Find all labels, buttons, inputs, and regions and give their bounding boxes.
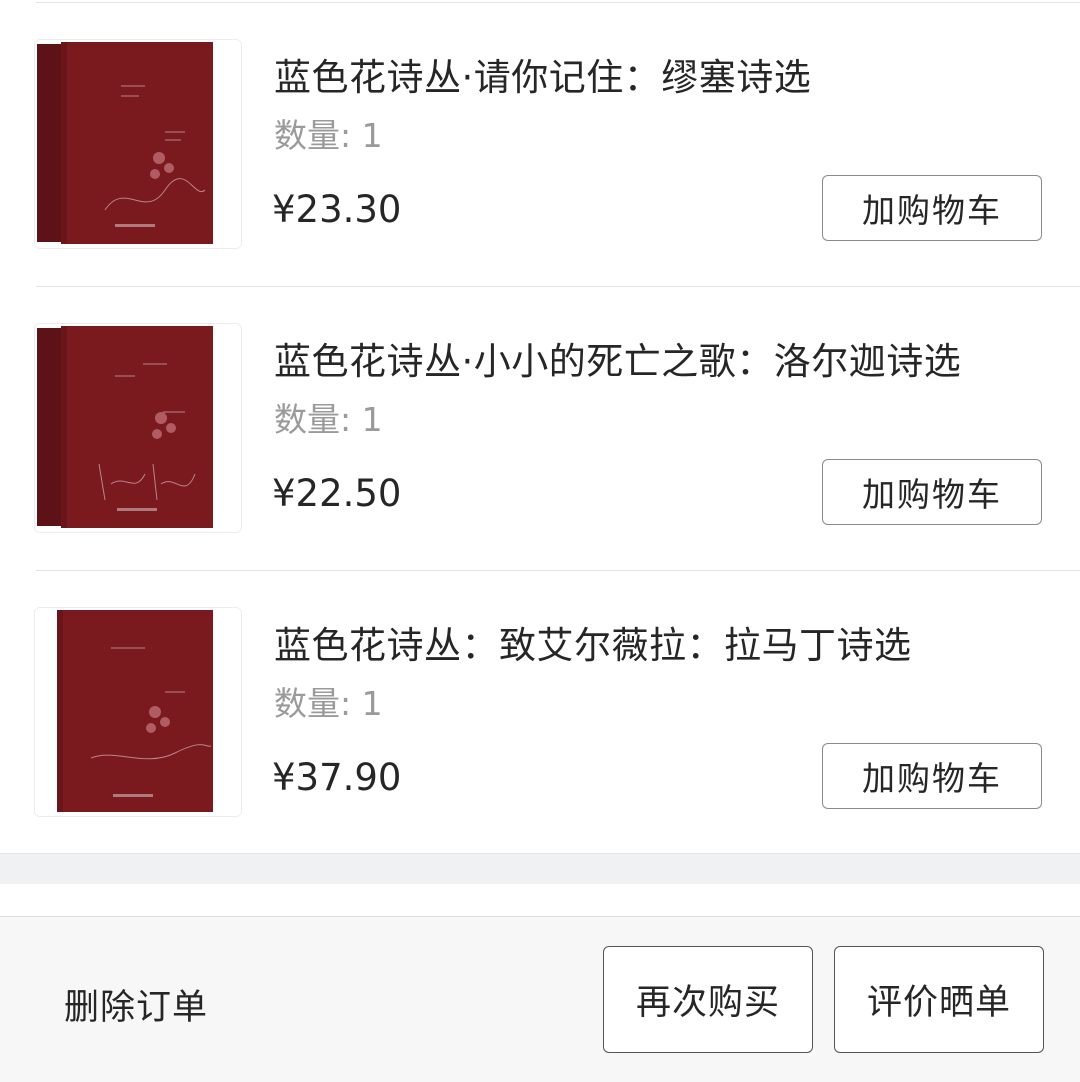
product-price: ¥23.30 bbox=[272, 188, 402, 231]
product-title[interactable]: 蓝色花诗丛·请你记住：缪塞诗选 bbox=[274, 47, 811, 101]
review-order-button[interactable]: 评价晒单 bbox=[834, 946, 1044, 1053]
add-to-cart-button[interactable]: 加购物车 bbox=[822, 459, 1042, 525]
product-price: ¥22.50 bbox=[272, 472, 402, 515]
delete-order-link[interactable]: 删除订单 bbox=[64, 979, 208, 1030]
product-quantity: 数量: 1 bbox=[274, 116, 383, 155]
order-item[interactable]: 蓝色花诗丛·小小的死亡之歌：洛尔迦诗选 数量: 1 ¥22.50 加购物车 bbox=[34, 287, 1080, 571]
order-item-list: 蓝色花诗丛·请你记住：缪塞诗选 数量: 1 ¥23.30 加购物车 蓝色花诗丛·… bbox=[0, 3, 1080, 854]
section-separator bbox=[0, 853, 1080, 885]
rebuy-button[interactable]: 再次购买 bbox=[603, 946, 813, 1053]
product-price: ¥37.90 bbox=[272, 756, 402, 799]
add-to-cart-button[interactable]: 加购物车 bbox=[822, 175, 1042, 241]
book-cover-image[interactable] bbox=[34, 607, 242, 817]
book-cover-image[interactable] bbox=[34, 323, 242, 533]
product-quantity: 数量: 1 bbox=[274, 684, 383, 723]
product-title[interactable]: 蓝色花诗丛·小小的死亡之歌：洛尔迦诗选 bbox=[274, 331, 961, 385]
spacer bbox=[0, 884, 1080, 917]
product-quantity: 数量: 1 bbox=[274, 400, 383, 439]
add-to-cart-button[interactable]: 加购物车 bbox=[822, 743, 1042, 809]
book-cover-image[interactable] bbox=[34, 39, 242, 249]
order-item[interactable]: 蓝色花诗丛·请你记住：缪塞诗选 数量: 1 ¥23.30 加购物车 bbox=[34, 3, 1080, 287]
order-item[interactable]: 蓝色花诗丛：致艾尔薇拉：拉马丁诗选 数量: 1 ¥37.90 加购物车 bbox=[34, 571, 1080, 854]
order-action-bar: 删除订单 再次购买 评价晒单 bbox=[0, 917, 1080, 1082]
product-title[interactable]: 蓝色花诗丛：致艾尔薇拉：拉马丁诗选 bbox=[274, 615, 912, 669]
order-detail-page: 蓝色花诗丛·请你记住：缪塞诗选 数量: 1 ¥23.30 加购物车 蓝色花诗丛·… bbox=[0, 0, 1080, 1082]
